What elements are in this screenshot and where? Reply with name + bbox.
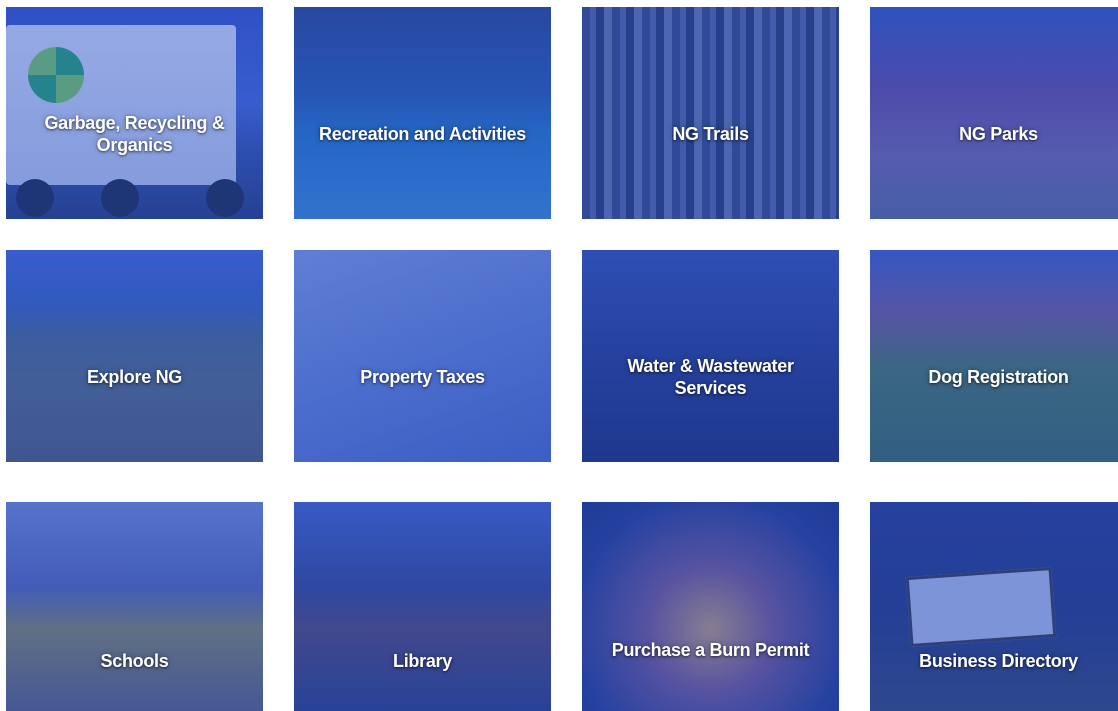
tile-label: Garbage, Recycling & Organics (44, 113, 225, 156)
tile-ng-trails[interactable]: NG Trails (582, 7, 839, 219)
tile-label: Dog Registration (928, 367, 1069, 388)
tile-label: NG Parks (959, 124, 1038, 145)
tile-schools[interactable]: Schools (6, 502, 263, 711)
tile-recreation-activities[interactable]: Recreation and Activities (294, 7, 551, 219)
tile-garbage-recycling-organics[interactable]: Garbage, Recycling & Organics (6, 7, 263, 219)
tile-business-directory[interactable]: Business Directory (870, 502, 1118, 711)
tile-label: Explore NG (86, 367, 183, 388)
tile-label: NG Trails (672, 124, 749, 145)
tile-label: Library (393, 651, 452, 671)
tile-label: Property Taxes (360, 367, 485, 388)
tile-library[interactable]: Library (294, 502, 551, 711)
tile-burn-permit[interactable]: Purchase a Burn Permit (582, 502, 839, 711)
tile-label: Water & Wastewater Services (627, 356, 794, 399)
tile-explore-ng[interactable]: Explore NG (6, 250, 263, 462)
tile-water-wastewater[interactable]: Water & Wastewater Services (582, 250, 839, 462)
tile-label: Schools (100, 651, 169, 671)
tile-dog-registration[interactable]: Dog Registration (870, 250, 1118, 462)
tile-label: Recreation and Activities (319, 124, 526, 145)
tile-label: Business Directory (919, 651, 1078, 671)
tile-property-taxes[interactable]: Property Taxes (294, 250, 551, 462)
tile-ng-parks[interactable]: NG Parks (870, 7, 1118, 219)
tile-label: Purchase a Burn Permit (611, 640, 810, 661)
services-tile-grid: Garbage, Recycling & Organics Recreation… (0, 0, 1118, 711)
